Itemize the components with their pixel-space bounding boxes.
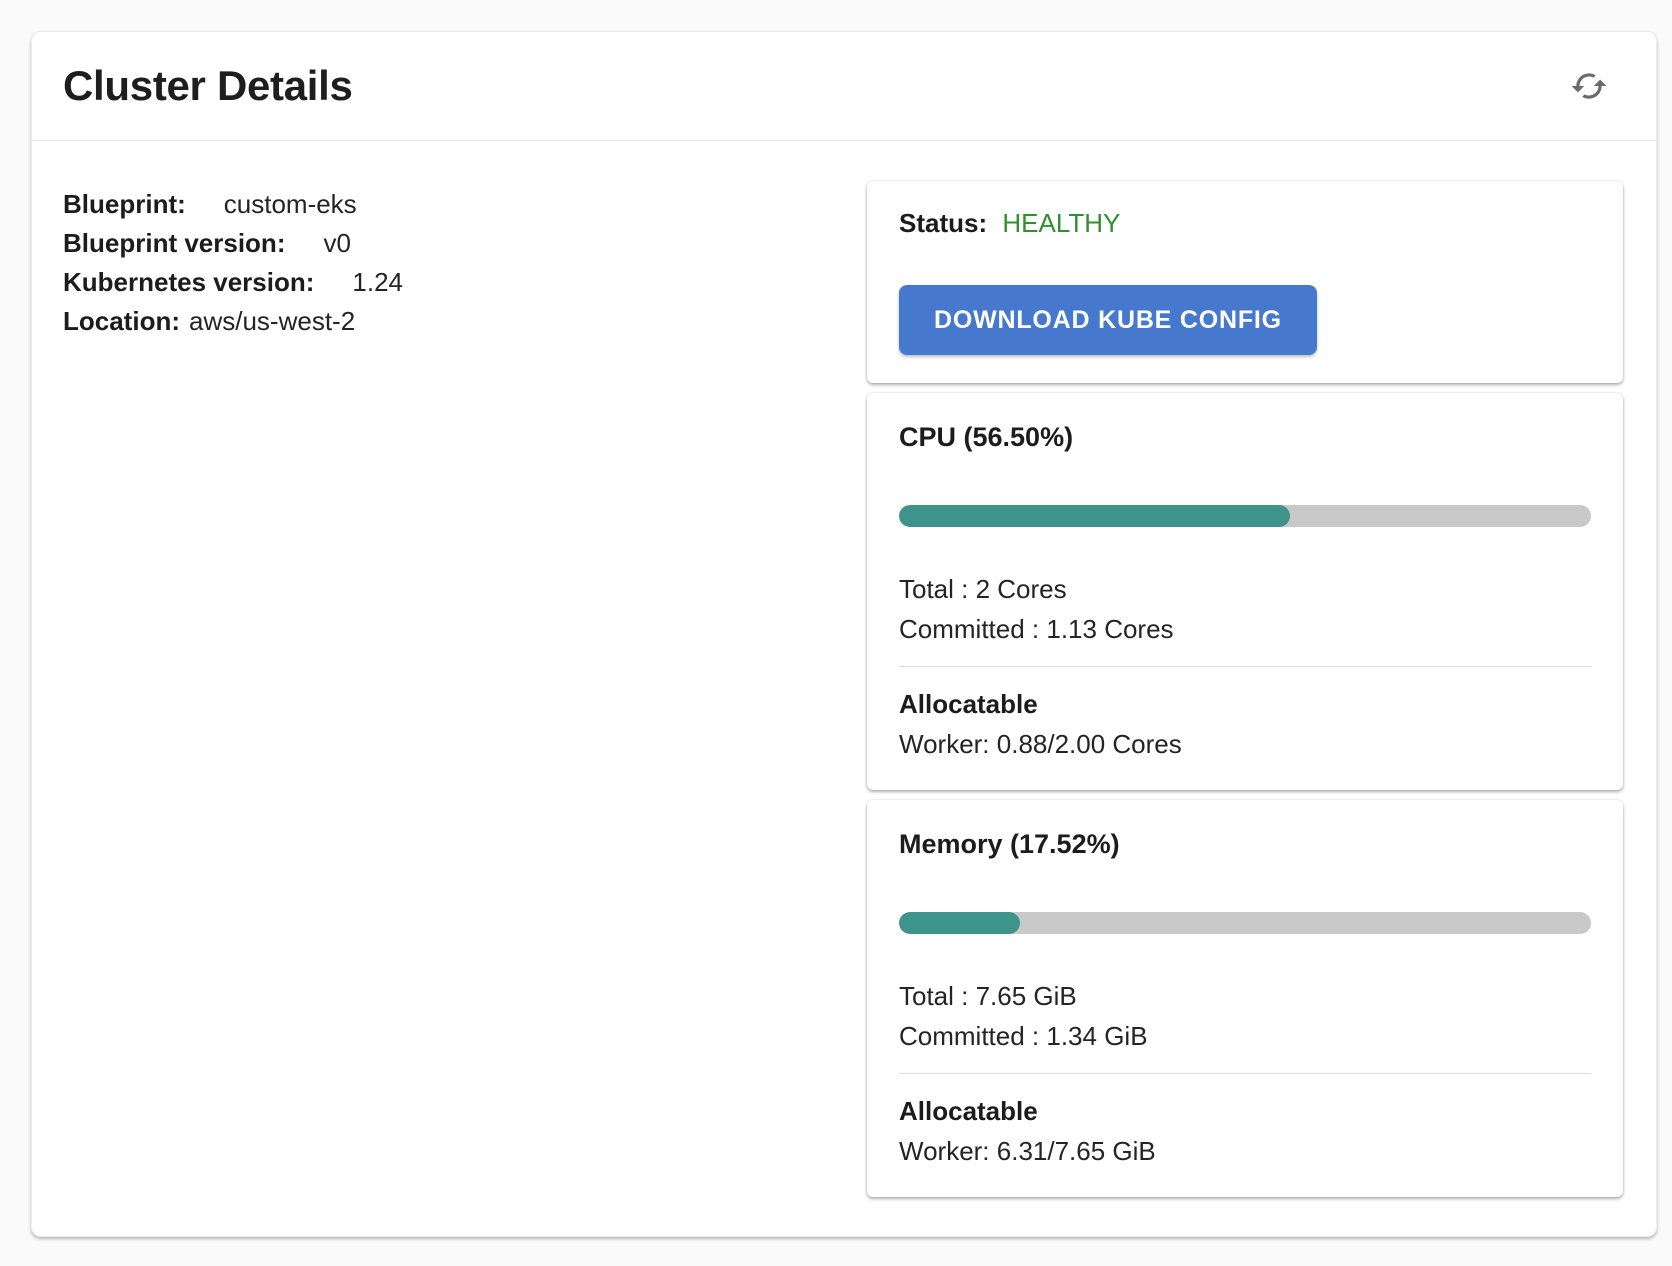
location-label: Location: bbox=[63, 302, 180, 341]
info-row-blueprint-version: Blueprint version: v0 bbox=[63, 224, 867, 263]
memory-metrics: Total : 7.65 GiB Committed : 1.34 GiB Al… bbox=[899, 976, 1591, 1171]
status-badge: HEALTHY bbox=[1002, 208, 1120, 238]
blueprint-version-label: Blueprint version: bbox=[63, 224, 285, 263]
memory-committed: Committed : 1.34 GiB bbox=[899, 1016, 1591, 1056]
status-label: Status: bbox=[899, 208, 987, 238]
blueprint-value: custom-eks bbox=[224, 185, 357, 224]
memory-allocatable-worker: Worker: 6.31/7.65 GiB bbox=[899, 1131, 1591, 1171]
memory-allocatable-heading: Allocatable bbox=[899, 1091, 1591, 1131]
cpu-progress-track bbox=[899, 505, 1591, 527]
cpu-committed: Committed : 1.13 Cores bbox=[899, 609, 1591, 649]
blueprint-version-value: v0 bbox=[323, 224, 350, 263]
divider bbox=[899, 1073, 1591, 1074]
page-title: Cluster Details bbox=[63, 62, 353, 110]
download-kube-config-button[interactable]: DOWNLOAD KUBE CONFIG bbox=[899, 285, 1317, 355]
location-value: aws/us-west-2 bbox=[189, 302, 355, 341]
refresh-button[interactable] bbox=[1566, 63, 1612, 109]
info-row-blueprint: Blueprint: custom-eks bbox=[63, 185, 867, 224]
status-card: Status: HEALTHY DOWNLOAD KUBE CONFIG bbox=[867, 181, 1623, 383]
info-row-kubernetes-version: Kubernetes version: 1.24 bbox=[63, 263, 867, 302]
resource-cards-column: Status: HEALTHY DOWNLOAD KUBE CONFIG CPU… bbox=[867, 181, 1623, 1197]
card-header: Cluster Details bbox=[32, 32, 1656, 141]
cpu-progress-fill bbox=[899, 505, 1290, 527]
page-background: Cluster Details Blueprint: custom-eks Bl… bbox=[0, 0, 1672, 1266]
cpu-metrics: Total : 2 Cores Committed : 1.13 Cores A… bbox=[899, 569, 1591, 764]
cpu-allocatable-heading: Allocatable bbox=[899, 684, 1591, 724]
refresh-icon bbox=[1570, 67, 1608, 105]
kubernetes-version-value: 1.24 bbox=[352, 263, 403, 302]
memory-total: Total : 7.65 GiB bbox=[899, 976, 1591, 1016]
memory-progress-fill bbox=[899, 912, 1020, 934]
memory-usage-card: Memory (17.52%) Total : 7.65 GiB Committ… bbox=[867, 800, 1623, 1197]
cpu-allocatable-worker: Worker: 0.88/2.00 Cores bbox=[899, 724, 1591, 764]
cluster-info: Blueprint: custom-eks Blueprint version:… bbox=[63, 181, 867, 1197]
cpu-usage-title: CPU (56.50%) bbox=[899, 421, 1591, 453]
blueprint-label: Blueprint: bbox=[63, 185, 186, 224]
cpu-usage-card: CPU (56.50%) Total : 2 Cores Committed :… bbox=[867, 393, 1623, 790]
status-line: Status: HEALTHY bbox=[899, 207, 1591, 239]
memory-progress-track bbox=[899, 912, 1591, 934]
cpu-total: Total : 2 Cores bbox=[899, 569, 1591, 609]
divider bbox=[899, 666, 1591, 667]
memory-usage-title: Memory (17.52%) bbox=[899, 828, 1591, 860]
info-row-location: Location: aws/us-west-2 bbox=[63, 302, 867, 341]
cluster-details-card: Cluster Details Blueprint: custom-eks Bl… bbox=[31, 31, 1657, 1237]
kubernetes-version-label: Kubernetes version: bbox=[63, 263, 314, 302]
card-body: Blueprint: custom-eks Blueprint version:… bbox=[32, 141, 1656, 1197]
